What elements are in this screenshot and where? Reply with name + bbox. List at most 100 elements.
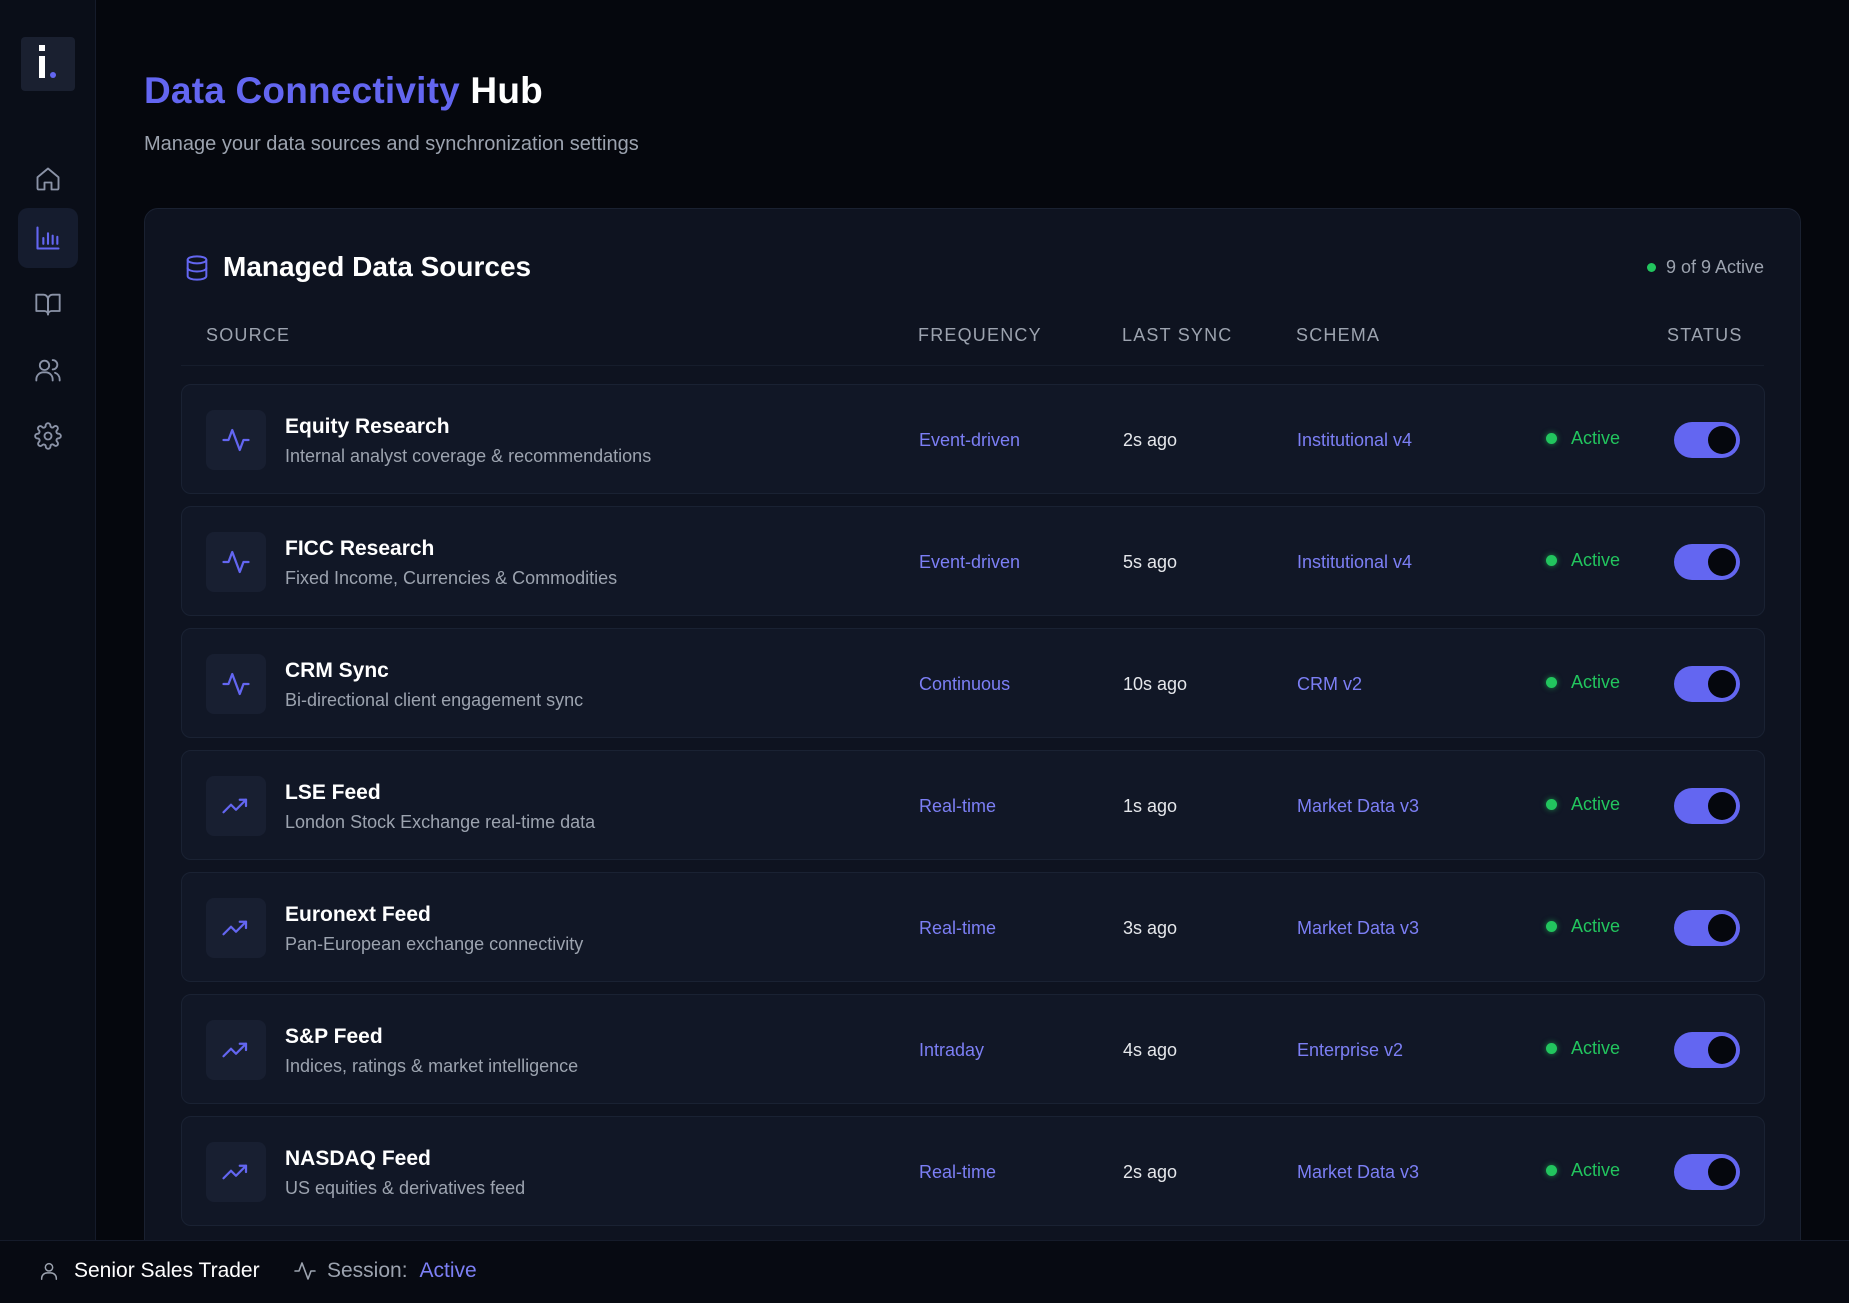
source-frequency: Intraday	[919, 1040, 985, 1060]
app-logo[interactable]	[21, 37, 75, 91]
status-badge: Active	[1546, 672, 1620, 693]
activity-icon	[222, 428, 250, 452]
source-name: FICC Research	[285, 537, 435, 560]
toggle-knob	[1708, 426, 1736, 454]
book-icon	[35, 293, 61, 316]
active-count-text: 9 of 9 Active	[1665, 257, 1764, 277]
page-subtitle: Manage your data sources and synchroniza…	[144, 133, 639, 155]
source-enabled-toggle[interactable]	[1674, 1154, 1740, 1190]
data-source-row[interactable]: CRM Sync Bi-directional client engagement…	[181, 628, 1765, 738]
column-header-last-sync[interactable]: LAST SYNC	[1122, 325, 1233, 346]
sidebar-item-users[interactable]	[18, 340, 78, 400]
activity-icon	[222, 672, 250, 696]
status-dot	[1546, 799, 1557, 810]
source-description: London Stock Exchange real-time data	[285, 812, 596, 832]
toggle-knob	[1708, 792, 1736, 820]
toggle-knob	[1708, 670, 1736, 698]
source-last-sync: 1s ago	[1123, 796, 1178, 816]
footer-session: Session: Active	[293, 1259, 477, 1283]
source-name: Equity Research	[285, 415, 450, 438]
source-schema[interactable]: CRM v2	[1297, 674, 1362, 695]
source-icon-tile	[206, 410, 266, 470]
source-schema[interactable]: Enterprise v2	[1297, 1040, 1403, 1061]
status-badge: Active	[1546, 916, 1620, 937]
source-enabled-toggle[interactable]	[1674, 788, 1740, 824]
sidebar-item-settings[interactable]	[18, 406, 78, 466]
source-icon-tile	[206, 776, 266, 836]
source-enabled-toggle[interactable]	[1674, 1032, 1740, 1068]
trending-up-icon	[222, 1164, 248, 1180]
source-schema[interactable]: Institutional v4	[1297, 552, 1412, 573]
source-description: Pan-European exchange connectivity	[285, 934, 584, 954]
source-description: US equities & derivatives feed	[285, 1178, 526, 1198]
status-dot	[1546, 433, 1557, 444]
user-role: Senior Sales Trader	[74, 1259, 260, 1282]
source-name: CRM Sync	[285, 659, 389, 682]
data-source-row[interactable]: FICC Research Fixed Income, Currencies & …	[181, 506, 1765, 616]
column-header-schema[interactable]: SCHEMA	[1296, 325, 1380, 346]
sidebar	[0, 0, 96, 1240]
status-badge: Active	[1546, 428, 1620, 449]
data-source-row[interactable]: Equity Research Internal analyst coverage…	[181, 384, 1765, 494]
source-frequency: Real-time	[919, 918, 997, 938]
data-source-row[interactable]: LSE Feed London Stock Exchange real-time …	[181, 750, 1765, 860]
logo-bar	[39, 56, 45, 78]
source-icon-tile	[206, 1020, 266, 1080]
header-divider	[181, 365, 1764, 366]
data-source-row[interactable]: NASDAQ Feed US equities & derivatives fee…	[181, 1116, 1765, 1226]
status-footer: Senior Sales Trader Session: Active	[0, 1240, 1849, 1303]
source-schema[interactable]: Institutional v4	[1297, 430, 1412, 451]
active-count-badge: 9 of 9 Active	[1646, 257, 1764, 278]
session-label: Session:	[327, 1259, 408, 1282]
source-description: Fixed Income, Currencies & Commodities	[285, 568, 618, 588]
status-text: Active	[1571, 1038, 1621, 1058]
status-text: Active	[1571, 428, 1621, 448]
source-name: Euronext Feed	[285, 903, 431, 926]
sidebar-item-library[interactable]	[18, 274, 78, 334]
status-text: Active	[1571, 550, 1621, 570]
page-title-rest: Hub	[470, 70, 543, 111]
page-title: Data Connectivity Hub	[144, 70, 543, 112]
source-icon-tile	[206, 898, 266, 958]
gear-icon	[34, 422, 62, 450]
source-schema[interactable]: Market Data v3	[1297, 796, 1419, 817]
source-enabled-toggle[interactable]	[1674, 544, 1740, 580]
column-header-source[interactable]: SOURCE	[206, 325, 290, 346]
activity-icon	[294, 1262, 316, 1280]
trending-up-icon	[222, 920, 248, 936]
source-schema[interactable]: Market Data v3	[1297, 1162, 1419, 1183]
sidebar-item-analytics[interactable]	[18, 208, 78, 268]
source-frequency: Real-time	[919, 1162, 997, 1182]
column-header-status[interactable]: STATUS	[1667, 325, 1743, 346]
source-enabled-toggle[interactable]	[1674, 666, 1740, 702]
source-last-sync: 3s ago	[1123, 918, 1178, 938]
status-dot	[1546, 921, 1557, 932]
source-last-sync: 2s ago	[1123, 430, 1178, 450]
app-root: Data Connectivity Hub Manage your data s…	[0, 0, 1849, 1303]
status-text: Active	[1571, 1160, 1621, 1180]
source-enabled-toggle[interactable]	[1674, 910, 1740, 946]
source-last-sync: 5s ago	[1123, 552, 1178, 572]
status-badge: Active	[1546, 794, 1620, 815]
bar-chart-icon	[36, 226, 60, 250]
status-dot	[1546, 1043, 1557, 1054]
toggle-knob	[1708, 548, 1736, 576]
column-header-frequency[interactable]: FREQUENCY	[918, 325, 1042, 346]
source-last-sync: 4s ago	[1123, 1040, 1178, 1060]
sidebar-item-home[interactable]	[18, 149, 78, 209]
source-frequency: Real-time	[919, 796, 997, 816]
data-source-row[interactable]: Euronext Feed Pan-European exchange conne…	[181, 872, 1765, 982]
logo-accent-dot	[50, 72, 56, 78]
data-source-list: Equity Research Internal analyst coverage…	[181, 384, 1765, 1238]
source-icon-tile	[206, 1142, 266, 1202]
database-icon	[186, 255, 208, 281]
activity-icon	[222, 550, 250, 574]
source-last-sync: 10s ago	[1123, 674, 1188, 694]
toggle-knob	[1708, 914, 1736, 942]
status-text: Active	[1571, 794, 1621, 814]
source-enabled-toggle[interactable]	[1674, 422, 1740, 458]
data-source-row[interactable]: S&P Feed Indices, ratings & market intell…	[181, 994, 1765, 1104]
trending-up-icon	[222, 798, 248, 814]
footer-user[interactable]: Senior Sales Trader	[38, 1259, 260, 1283]
source-schema[interactable]: Market Data v3	[1297, 918, 1419, 939]
